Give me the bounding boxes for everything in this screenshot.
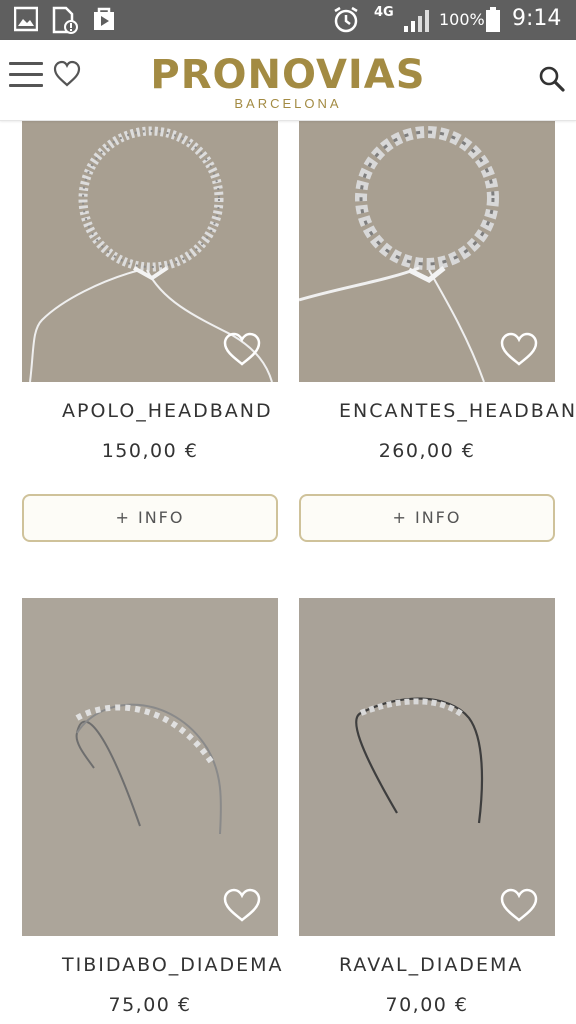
info-button[interactable]: + INFO (299, 494, 555, 542)
wishlist-heart-icon[interactable] (499, 332, 539, 373)
product-name[interactable]: RAVAL_DIADEMA (339, 954, 576, 976)
signal-icon (402, 8, 432, 39)
product-image[interactable] (22, 598, 278, 936)
battery-percent: 100% (439, 10, 485, 29)
wishlist-heart-icon[interactable] (222, 888, 262, 929)
brand-subtitle: BARCELONA (234, 96, 342, 111)
brand-logo[interactable]: PRONOVIAS BARCELONA (150, 52, 426, 111)
status-bar: 4G 100% 9:14 (0, 0, 576, 40)
alarm-icon (332, 6, 360, 39)
product-price: 75,00 € (108, 994, 192, 1016)
product-price: 150,00 € (101, 440, 199, 462)
network-type: 4G (374, 5, 394, 20)
app-header: PRONOVIAS BARCELONA (0, 40, 576, 121)
search-icon[interactable] (538, 65, 566, 98)
gallery-icon (13, 6, 39, 37)
wishlist-heart-icon[interactable] (222, 332, 262, 373)
product-name[interactable]: ENCANTES_HEADBAN (339, 400, 576, 422)
product-image[interactable] (299, 598, 555, 936)
product-price: 260,00 € (378, 440, 476, 462)
product-price: 70,00 € (385, 994, 469, 1016)
product-grid: APOLO_HEADBAND 150,00 € + INFO ENCANTES_… (0, 120, 576, 1024)
brand-name: PRONOVIAS (150, 52, 426, 98)
menu-icon[interactable] (9, 62, 43, 92)
sim-icon (52, 6, 78, 39)
heart-icon[interactable] (52, 60, 82, 93)
play-store-icon (91, 6, 117, 37)
battery-icon (485, 7, 501, 38)
clock: 9:14 (512, 6, 562, 31)
info-button[interactable]: + INFO (22, 494, 278, 542)
wishlist-heart-icon[interactable] (499, 888, 539, 929)
